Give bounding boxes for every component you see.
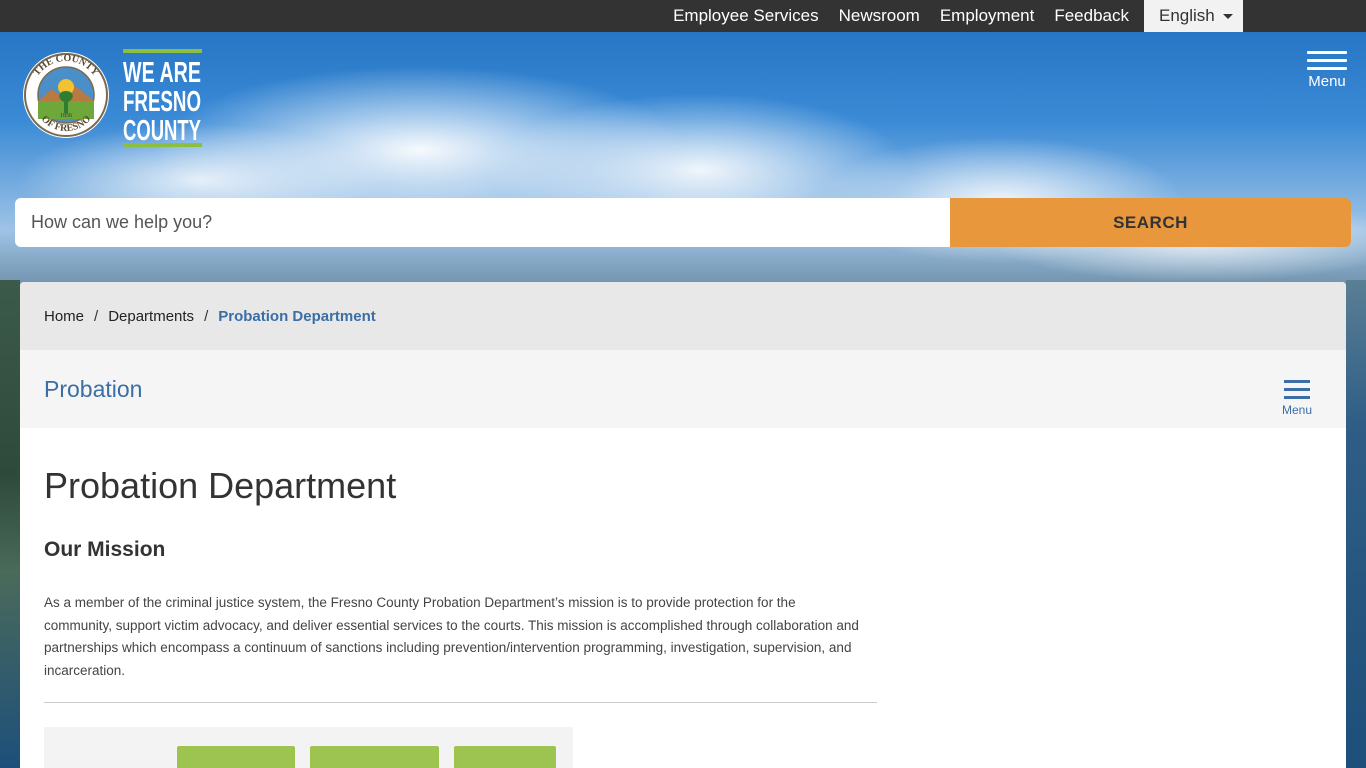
utility-links: Employee Services Newsroom Employment Fe… [653, 0, 1243, 32]
content-card: Home / Departments / Probation Departmen… [20, 282, 1346, 768]
we-are-fresno-county-logo[interactable]: WE ARE FRESNO COUNTY [121, 48, 204, 148]
breadcrumb: Home / Departments / Probation Departmen… [20, 282, 1346, 350]
breadcrumb-departments[interactable]: Departments [108, 308, 194, 325]
mission-heading: Our Mission [44, 538, 166, 561]
quick-link-tile[interactable] [310, 746, 439, 768]
section-title-link[interactable]: Probation [44, 376, 142, 403]
breadcrumb-current: Probation Department [218, 307, 376, 325]
hamburger-icon [1307, 51, 1347, 70]
svg-text:WE ARE: WE ARE [123, 57, 201, 89]
quick-link-tile[interactable] [454, 746, 556, 768]
svg-text:1856: 1856 [60, 113, 72, 119]
breadcrumb-home[interactable]: Home [44, 308, 84, 325]
county-seal-logo[interactable]: 1856 THE COUNTY OF FRESNO [22, 51, 110, 139]
hamburger-icon [1280, 380, 1314, 399]
utility-bar: Employee Services Newsroom Employment Fe… [0, 0, 1366, 32]
header-menu-button[interactable]: Menu [1302, 51, 1352, 97]
search-button[interactable]: SEARCH [950, 198, 1351, 247]
breadcrumb-separator: / [94, 307, 99, 325]
section-menu-button[interactable]: Menu [1280, 380, 1314, 417]
divider [44, 702, 877, 703]
caret-down-icon [1223, 14, 1233, 19]
newsroom-link[interactable]: Newsroom [839, 6, 920, 26]
language-select[interactable]: English [1144, 0, 1243, 32]
feedback-link[interactable]: Feedback [1054, 6, 1129, 26]
svg-text:FRESNO: FRESNO [123, 86, 201, 118]
language-value: English [1159, 6, 1215, 25]
background-trees [0, 280, 20, 768]
svg-text:COUNTY: COUNTY [123, 115, 201, 147]
section-nav: Probation [20, 350, 1346, 428]
employee-services-link[interactable]: Employee Services [673, 6, 819, 26]
breadcrumb-separator: / [204, 307, 209, 325]
employment-link[interactable]: Employment [940, 6, 1034, 26]
search-input[interactable] [15, 198, 950, 247]
quick-link-tile[interactable] [177, 746, 295, 768]
quick-links-panel [44, 727, 573, 768]
background-lake [1346, 280, 1366, 768]
page-title: Probation Department [44, 465, 397, 506]
site-search: SEARCH [15, 198, 1351, 247]
mission-text: As a member of the criminal justice syst… [44, 595, 859, 678]
section-menu-label: Menu [1281, 403, 1313, 417]
header-menu-label: Menu [1308, 73, 1346, 90]
